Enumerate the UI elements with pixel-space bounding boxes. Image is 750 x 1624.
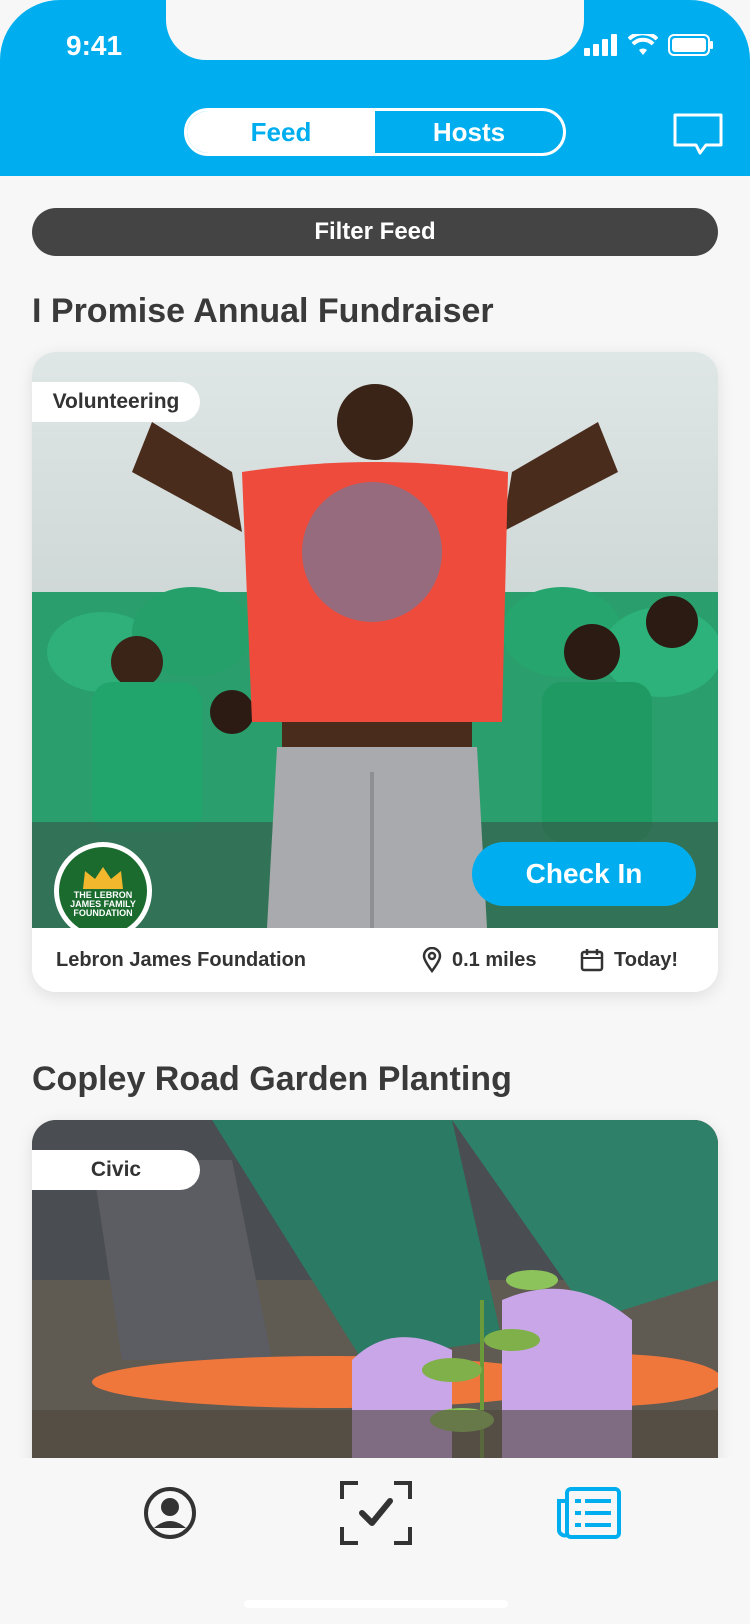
tab-feed[interactable]: Feed xyxy=(187,111,375,153)
tab-check-in[interactable] xyxy=(338,1480,414,1546)
date-info: Today! xyxy=(580,948,678,972)
home-indicator xyxy=(244,1600,508,1608)
chat-bubble-icon[interactable] xyxy=(672,112,724,156)
event-title[interactable]: Copley Road Garden Planting xyxy=(32,1060,512,1099)
feed-hosts-toggle: Feed Hosts xyxy=(184,108,566,156)
date-text: Today! xyxy=(614,948,679,971)
calendar-icon xyxy=(580,949,604,972)
logo-text-line: FOUNDATION xyxy=(73,907,133,918)
card-footer: Lebron James Foundation 0.1 miles Today! xyxy=(32,928,718,992)
tab-feed-list[interactable] xyxy=(550,1480,626,1546)
event-card[interactable]: Volunteering THE LEBRON JAMES FAMILY FOU… xyxy=(32,352,718,992)
distance-text: 0.1 miles xyxy=(452,948,537,971)
status-icons xyxy=(584,34,714,56)
distance-info: 0.1 miles xyxy=(422,947,537,973)
profile-icon xyxy=(144,1487,196,1539)
category-tag: Civic xyxy=(32,1150,200,1190)
filter-feed-button[interactable]: Filter Feed xyxy=(32,208,718,256)
battery-icon xyxy=(668,34,713,56)
host-name[interactable]: Lebron James Foundation xyxy=(56,949,306,972)
location-pin-icon xyxy=(422,947,442,973)
tab-profile[interactable] xyxy=(132,1480,208,1546)
device-notch xyxy=(166,0,584,60)
app-header: 9:41 Feed Hosts xyxy=(0,0,750,176)
tab-hosts[interactable]: Hosts xyxy=(375,111,563,153)
foundation-logo: THE LEBRON JAMES FAMILY FOUNDATION xyxy=(59,847,147,935)
signal-icon xyxy=(584,34,617,56)
crown-icon xyxy=(83,866,123,889)
event-title[interactable]: I Promise Annual Fundraiser xyxy=(32,292,494,331)
wifi-icon xyxy=(628,34,658,55)
feed-list-icon xyxy=(557,1487,621,1539)
check-in-button[interactable]: Check In xyxy=(472,842,696,906)
host-logo[interactable]: THE LEBRON JAMES FAMILY FOUNDATION xyxy=(54,842,152,940)
event-card[interactable]: Civic xyxy=(32,1120,718,1500)
check-in-scan-icon xyxy=(340,1481,412,1545)
status-time: 9:41 xyxy=(66,30,123,61)
category-tag: Volunteering xyxy=(32,382,200,422)
